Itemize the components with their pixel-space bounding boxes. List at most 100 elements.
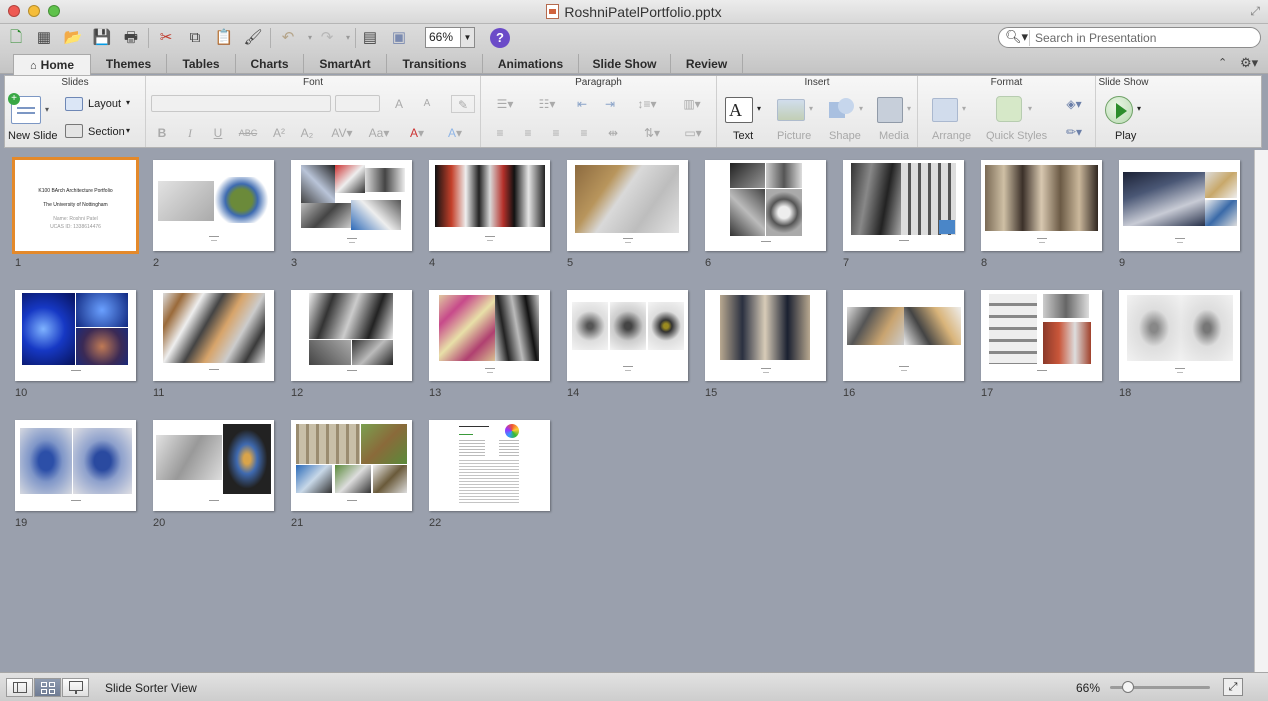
- tab-animations[interactable]: Animations: [483, 54, 579, 74]
- search-icon[interactable]: 🔍︎▾: [1005, 29, 1028, 45]
- slide-thumbnail-19[interactable]: [15, 420, 136, 511]
- chevron-down-icon[interactable]: ▾: [907, 104, 911, 113]
- open-icon[interactable]: 📂: [62, 27, 84, 49]
- ribbon-settings-gear-icon[interactable]: ⚙▾: [1240, 55, 1258, 71]
- tab-charts[interactable]: Charts: [236, 54, 304, 74]
- slide-show-view-button[interactable]: [62, 678, 89, 697]
- shape-button[interactable]: Shape: [829, 130, 861, 142]
- slide-thumbnail-1[interactable]: K100 BArch Architecture Portfolio The Un…: [12, 157, 139, 254]
- chevron-down-icon[interactable]: ▾: [962, 104, 966, 113]
- slide-thumbnail-9[interactable]: [1119, 160, 1240, 251]
- collapse-ribbon-icon[interactable]: ⌃: [1218, 56, 1227, 69]
- layout-button[interactable]: Layout: [88, 98, 121, 110]
- save-icon[interactable]: 💾: [91, 27, 113, 49]
- slide-thumbnail-14[interactable]: [567, 290, 688, 381]
- justify-icon[interactable]: ≡: [573, 124, 595, 142]
- increase-indent-icon[interactable]: ⇥: [597, 95, 623, 113]
- underline-button[interactable]: U: [209, 124, 227, 142]
- section-icon[interactable]: [65, 124, 83, 138]
- help-icon[interactable]: ?: [490, 28, 510, 48]
- clear-formatting-icon[interactable]: ✎: [451, 95, 475, 113]
- search-box[interactable]: 🔍︎▾: [998, 27, 1261, 48]
- fit-to-window-icon[interactable]: ⤢: [1223, 678, 1243, 696]
- shrink-font-button[interactable]: A: [417, 95, 437, 113]
- new-slide-label[interactable]: New Slide: [8, 130, 58, 142]
- tab-home[interactable]: ⌂ Home: [13, 54, 91, 75]
- shape-icon[interactable]: [829, 98, 855, 122]
- slide-thumbnail-6[interactable]: [705, 160, 826, 251]
- decrease-indent-icon[interactable]: ⇤: [569, 95, 595, 113]
- play-icon[interactable]: [1105, 96, 1133, 124]
- text-box-icon[interactable]: A: [725, 97, 753, 123]
- templates-icon[interactable]: ▦: [33, 27, 55, 49]
- redo-icon[interactable]: ↷: [316, 27, 338, 49]
- bullets-icon[interactable]: ☰▾: [487, 95, 523, 113]
- italic-button[interactable]: I: [181, 124, 199, 142]
- font-name-select[interactable]: [151, 95, 331, 112]
- chevron-down-icon[interactable]: ▾: [126, 98, 130, 107]
- slide-thumbnail-4[interactable]: [429, 160, 550, 251]
- play-button[interactable]: Play: [1115, 130, 1136, 142]
- tab-tables[interactable]: Tables: [167, 54, 236, 74]
- slide-thumbnail-18[interactable]: [1119, 290, 1240, 381]
- slide-thumbnail-21[interactable]: [291, 420, 412, 511]
- paste-icon[interactable]: 📋: [213, 27, 235, 49]
- line-spacing-icon[interactable]: ↕≡▾: [629, 95, 665, 113]
- chevron-down-icon[interactable]: ▾: [1137, 104, 1141, 113]
- format-painter-icon[interactable]: 🖌: [242, 27, 264, 49]
- normal-view-button[interactable]: [6, 678, 33, 697]
- slide-thumbnail-2[interactable]: [153, 160, 274, 251]
- slide-thumbnail-17[interactable]: [981, 290, 1102, 381]
- change-case-icon[interactable]: Aa▾: [364, 124, 394, 142]
- columns-icon[interactable]: ▥▾: [675, 95, 709, 113]
- superscript-button[interactable]: A²: [268, 124, 290, 142]
- arrange-button[interactable]: Arrange: [932, 130, 971, 142]
- bold-button[interactable]: B: [153, 124, 171, 142]
- media-button[interactable]: Media: [879, 130, 909, 142]
- chevron-down-icon[interactable]: ▾: [126, 126, 130, 135]
- tab-transitions[interactable]: Transitions: [387, 54, 483, 74]
- slide-thumbnail-10[interactable]: [15, 290, 136, 381]
- arrange-icon[interactable]: [932, 98, 958, 122]
- quick-styles-icon[interactable]: [996, 96, 1022, 122]
- align-right-icon[interactable]: ≡: [545, 124, 567, 142]
- text-button[interactable]: Text: [733, 130, 753, 142]
- grow-font-button[interactable]: A: [389, 95, 409, 113]
- search-input[interactable]: [1035, 30, 1253, 46]
- distribute-icon[interactable]: ⇹: [601, 124, 625, 142]
- text-effects-icon[interactable]: A▾: [440, 124, 470, 142]
- new-slide-icon[interactable]: +: [8, 93, 41, 124]
- font-color-icon[interactable]: A▾: [402, 124, 432, 142]
- fullscreen-icon[interactable]: ⤢: [1250, 4, 1260, 19]
- tab-themes[interactable]: Themes: [91, 54, 167, 74]
- slide-thumbnail-13[interactable]: [429, 290, 550, 381]
- numbering-icon[interactable]: ☷▾: [529, 95, 565, 113]
- line-color-icon[interactable]: ✏▾: [1058, 123, 1090, 141]
- vertical-scrollbar[interactable]: [1254, 150, 1268, 672]
- character-spacing-icon[interactable]: AV▾: [326, 124, 358, 142]
- print-icon[interactable]: 🖶: [120, 27, 142, 49]
- zoom-slider-handle[interactable]: [1122, 681, 1134, 693]
- align-text-icon[interactable]: ▭▾: [677, 124, 709, 142]
- slide-thumbnail-5[interactable]: [567, 160, 688, 251]
- tab-smartart[interactable]: SmartArt: [304, 54, 387, 74]
- slide-thumbnail-22[interactable]: [429, 420, 550, 511]
- slide-thumbnail-16[interactable]: [843, 290, 964, 381]
- slide-thumbnail-12[interactable]: [291, 290, 412, 381]
- section-button[interactable]: Section: [88, 126, 125, 138]
- slide-sorter-view-button[interactable]: [34, 678, 61, 697]
- slide-thumbnail-11[interactable]: [153, 290, 274, 381]
- tab-slide-show[interactable]: Slide Show: [579, 54, 671, 74]
- chevron-down-icon[interactable]: ▼: [460, 28, 474, 47]
- slide-thumbnail-3[interactable]: [291, 160, 412, 251]
- slide-thumbnail-7[interactable]: [843, 160, 964, 251]
- new-slide-dropdown-icon[interactable]: ▾: [45, 105, 49, 114]
- zoom-select[interactable]: 66% ▼: [425, 27, 475, 48]
- quick-styles-button[interactable]: Quick Styles: [986, 130, 1047, 142]
- slide-thumbnail-8[interactable]: [981, 160, 1102, 251]
- slide-sorter-icon[interactable]: ▣: [388, 27, 410, 49]
- slide-thumbnail-15[interactable]: [705, 290, 826, 381]
- font-size-select[interactable]: [335, 95, 380, 112]
- picture-icon[interactable]: [777, 99, 805, 121]
- cut-icon[interactable]: ✂: [155, 27, 177, 49]
